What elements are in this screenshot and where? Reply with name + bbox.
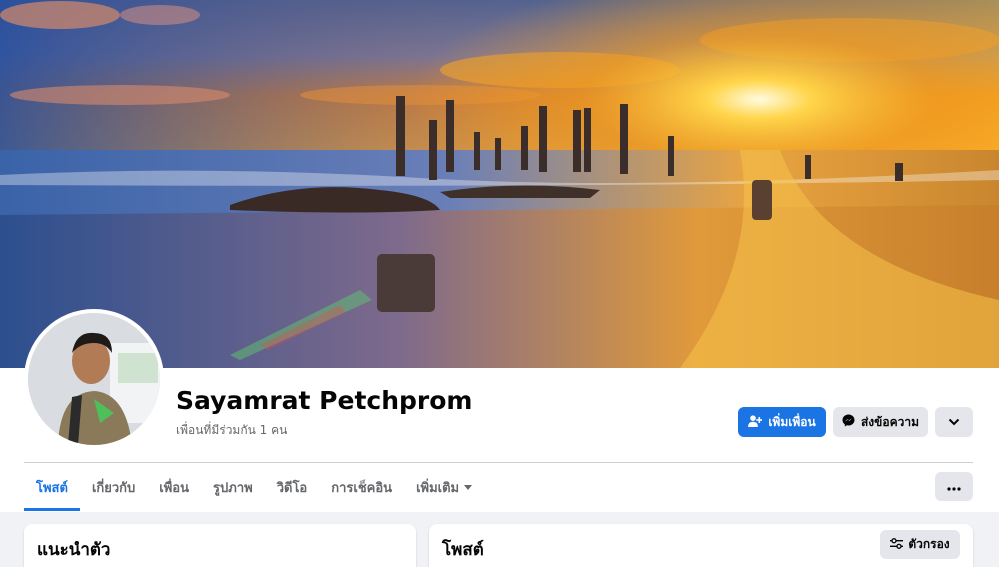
filter-label: ตัวกรอง: [908, 537, 950, 551]
intro-card: แนะนำตัว: [24, 524, 416, 567]
message-label: ส่งข้อความ: [860, 414, 919, 429]
sliders-icon: [890, 537, 904, 552]
filter-button[interactable]: ตัวกรอง: [880, 530, 960, 559]
mutual-friends-link[interactable]: เพื่อนที่มีร่วมกัน 1 คน: [176, 421, 287, 440]
tab-checkins[interactable]: การเช็คอิน: [319, 463, 404, 511]
messenger-icon: [842, 414, 855, 430]
intro-title: แนะนำตัว: [37, 540, 111, 560]
profile-name: Sayamrat Petchprom: [176, 386, 473, 415]
add-friend-label: เพิ่มเพื่อน: [768, 414, 816, 429]
add-person-icon: [748, 414, 763, 430]
tab-posts[interactable]: โพสต์: [24, 463, 80, 511]
add-friend-button[interactable]: เพิ่มเพื่อน: [738, 407, 826, 437]
posts-card: โพสต์ ตัวกรอง: [429, 524, 973, 567]
more-options-button[interactable]: [935, 407, 973, 437]
profile-tabs: โพสต์ เกี่ยวกับ เพื่อน รูปภาพ วิดีโอ การ…: [24, 463, 484, 511]
tab-more[interactable]: เพิ่มเติม: [404, 463, 484, 511]
tab-videos[interactable]: วิดีโอ: [265, 463, 320, 511]
cover-photo[interactable]: [0, 0, 999, 368]
profile-avatar[interactable]: [24, 309, 164, 449]
caret-down-icon: [464, 484, 473, 490]
profile-options-button[interactable]: [935, 472, 973, 501]
message-button[interactable]: ส่งข้อความ: [833, 407, 928, 437]
chevron-down-icon: [948, 415, 960, 429]
tab-about[interactable]: เกี่ยวกับ: [80, 463, 147, 511]
ellipsis-icon: [947, 479, 961, 495]
tab-friends[interactable]: เพื่อน: [147, 463, 201, 511]
tab-photos[interactable]: รูปภาพ: [201, 463, 265, 511]
posts-title: โพสต์: [442, 540, 484, 560]
